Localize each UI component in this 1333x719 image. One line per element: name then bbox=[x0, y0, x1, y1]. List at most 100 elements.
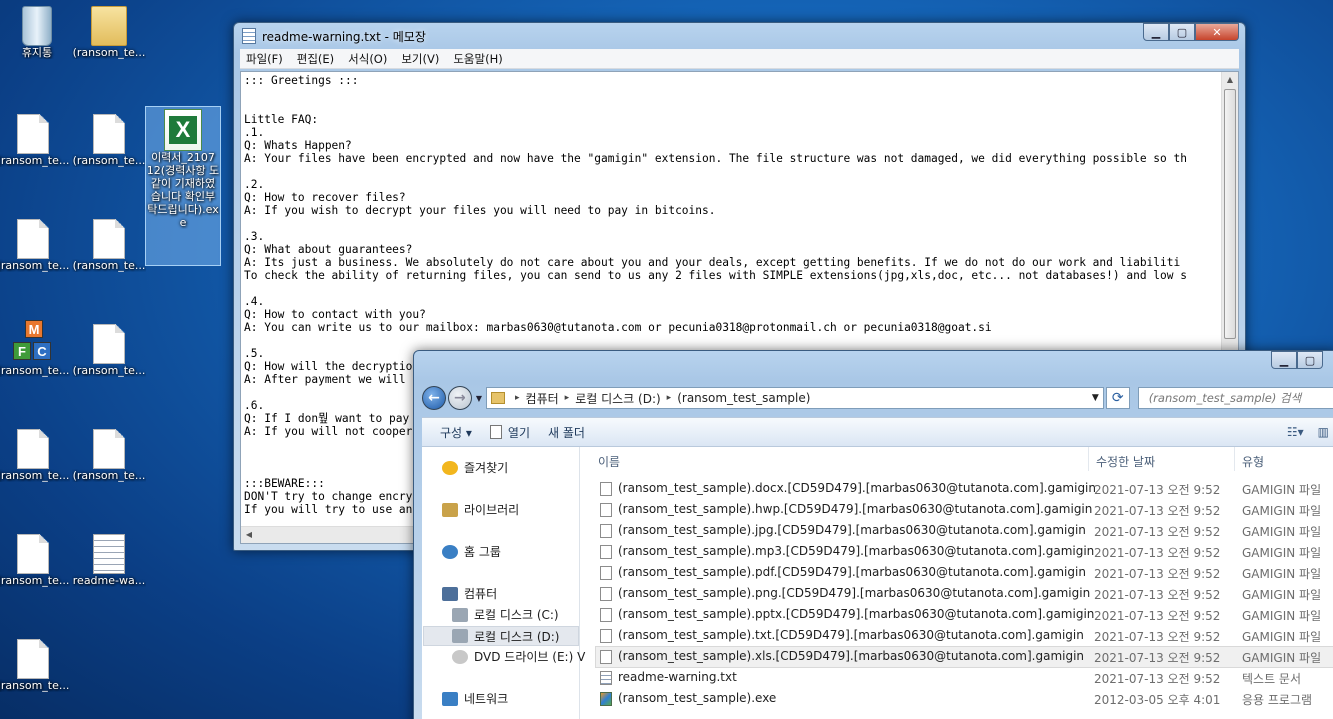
new-folder-button[interactable]: 새 폴더 bbox=[548, 424, 585, 441]
file-icon bbox=[600, 482, 612, 496]
desktop-icon-file[interactable]: (ransom_te... bbox=[0, 217, 70, 272]
desktop-icon-label: (ransom_te... bbox=[0, 259, 70, 272]
back-arrow-icon[interactable]: ← bbox=[422, 386, 446, 410]
nav-drive-c[interactable]: 로컬 디스크 (C:) bbox=[452, 606, 559, 623]
file-row[interactable]: (ransom_test_sample).pdf.[CD59D479].[mar… bbox=[596, 563, 1333, 583]
nav-network[interactable]: 네트워크 bbox=[442, 690, 508, 707]
file-type: GAMIGIN 파일 bbox=[1242, 483, 1322, 497]
file-row[interactable]: (ransom_test_sample).pptx.[CD59D479].[ma… bbox=[596, 605, 1333, 625]
desktop-icon-mfc[interactable]: M F C (ransom_te... bbox=[0, 320, 70, 377]
desktop-icon-label: (ransom_te... bbox=[72, 46, 146, 59]
file-row[interactable]: (ransom_test_sample).mp3.[CD59D479].[mar… bbox=[596, 542, 1333, 562]
minimize-button[interactable]: ▁ bbox=[1143, 23, 1169, 41]
library-icon bbox=[442, 502, 458, 517]
refresh-icon[interactable]: ⟳ bbox=[1105, 387, 1130, 409]
desktop-icon-label: 이력서_2107 12(경력사항 도 같이 기재하였습니다 확인부탁드립니다).… bbox=[146, 151, 220, 229]
desktop-icon-readme[interactable]: readme-wa... bbox=[72, 532, 146, 587]
desktop-icon-file[interactable]: (ransom_te... bbox=[0, 532, 70, 587]
desktop-icon-file[interactable]: (ransom_te... bbox=[0, 637, 70, 692]
desktop-icon-label: readme-wa... bbox=[72, 574, 146, 587]
open-button[interactable]: 열기 bbox=[489, 424, 530, 441]
maximize-button[interactable]: ▢ bbox=[1169, 23, 1195, 41]
view-options-icon[interactable]: ☷▾ bbox=[1287, 425, 1304, 439]
breadcrumb-drive[interactable]: 로컬 디스크 (D:) bbox=[575, 390, 660, 407]
menu-format[interactable]: 서식(O) bbox=[348, 51, 387, 67]
file-row[interactable]: (ransom_test_sample).docx.[CD59D479].[ma… bbox=[596, 479, 1333, 499]
desktop-icon-file[interactable]: (ransom_te... bbox=[0, 112, 70, 167]
menu-bar: 파일(F) 편집(E) 서식(O) 보기(V) 도움말(H) bbox=[240, 49, 1239, 69]
drive-icon bbox=[452, 607, 468, 622]
nav-dvd-drive[interactable]: DVD 드라이브 (E:) V bbox=[452, 648, 585, 665]
file-name: (ransom_test_sample).exe bbox=[618, 691, 777, 705]
application-icon bbox=[600, 692, 612, 706]
notepad-titlebar[interactable]: readme-warning.txt - 메모장 bbox=[234, 23, 1245, 49]
file-date: 2021-07-13 오전 9:52 bbox=[1094, 630, 1221, 644]
breadcrumb-computer[interactable]: 컴퓨터 bbox=[526, 390, 559, 407]
file-row[interactable]: (ransom_test_sample).exe 2012-03-05 오후 4:… bbox=[596, 689, 1333, 709]
column-date[interactable]: 수정한 날짜 bbox=[1096, 453, 1155, 470]
file-date: 2021-07-13 오전 9:52 bbox=[1094, 567, 1221, 581]
desktop-icon-recycle-bin[interactable]: 휴지통 bbox=[0, 4, 74, 59]
search-input[interactable]: (ransom_test_sample) 검색 bbox=[1137, 387, 1333, 409]
history-dropdown-icon[interactable]: ▼ bbox=[476, 394, 482, 403]
maximize-button[interactable]: ▢ bbox=[1297, 351, 1323, 369]
menu-file[interactable]: 파일(F) bbox=[246, 51, 283, 67]
file-icon bbox=[17, 429, 49, 469]
preview-pane-icon[interactable]: ▥ bbox=[1318, 425, 1329, 439]
nav-drive-d[interactable]: 로컬 디스크 (D:) bbox=[423, 626, 579, 646]
file-row[interactable]: (ransom_test_sample).txt.[CD59D479].[mar… bbox=[596, 626, 1333, 646]
file-row[interactable]: (ransom_test_sample).hwp.[CD59D479].[mar… bbox=[596, 500, 1333, 520]
file-row[interactable]: (ransom_test_sample).png.[CD59D479].[mar… bbox=[596, 584, 1333, 604]
address-bar[interactable]: ▸ 컴퓨터 ▸ 로컬 디스크 (D:) ▸ (ransom_test_sampl… bbox=[486, 387, 1104, 409]
breadcrumb-folder[interactable]: (ransom_test_sample) bbox=[677, 391, 810, 405]
menu-help[interactable]: 도움말(H) bbox=[453, 51, 502, 67]
organize-button[interactable]: 구성 ▾ bbox=[440, 424, 472, 441]
file-date: 2021-07-13 오전 9:52 bbox=[1094, 672, 1221, 686]
explorer-titlebar[interactable] bbox=[414, 351, 1333, 377]
file-name: (ransom_test_sample).pptx.[CD59D479].[ma… bbox=[618, 607, 1095, 621]
column-type[interactable]: 유형 bbox=[1242, 453, 1264, 470]
command-bar: 구성 ▾ 열기 새 폴더 ☷▾ ▥ bbox=[422, 417, 1333, 447]
file-icon bbox=[17, 534, 49, 574]
address-row: ← → ▼ ▸ 컴퓨터 ▸ 로컬 디스크 (D:) ▸ (ransom_test… bbox=[422, 383, 1333, 413]
desktop-icon-label: (ransom_te... bbox=[72, 154, 146, 167]
desktop-icon-excel-exe[interactable]: X 이력서_2107 12(경력사항 도 같이 기재하였습니다 확인부탁드립니다… bbox=[145, 106, 221, 266]
scroll-left-icon[interactable]: ◀ bbox=[241, 527, 257, 543]
forward-arrow-icon[interactable]: → bbox=[447, 386, 472, 410]
file-row[interactable]: (ransom_test_sample).xls.[CD59D479].[mar… bbox=[595, 646, 1333, 668]
nav-label: 라이브러리 bbox=[464, 503, 520, 517]
desktop-icon-file[interactable]: (ransom_te... bbox=[72, 112, 146, 167]
column-name[interactable]: 이름 bbox=[598, 453, 620, 470]
scroll-up-icon[interactable]: ▲ bbox=[1222, 72, 1238, 88]
file-type: GAMIGIN 파일 bbox=[1242, 630, 1322, 644]
file-date: 2021-07-13 오전 9:52 bbox=[1094, 483, 1221, 497]
close-button[interactable]: ✕ bbox=[1195, 23, 1239, 41]
file-type: GAMIGIN 파일 bbox=[1242, 504, 1322, 518]
recycle-bin-icon bbox=[22, 6, 52, 46]
scroll-thumb[interactable] bbox=[1224, 89, 1236, 339]
desktop-icon-file[interactable]: (ransom_te... bbox=[72, 427, 146, 482]
nav-libraries[interactable]: 라이브러리 bbox=[442, 501, 519, 518]
file-row[interactable]: readme-warning.txt 2021-07-13 오전 9:52 텍스트 … bbox=[596, 668, 1333, 688]
desktop-icon-file[interactable]: (ransom_te... bbox=[0, 427, 70, 482]
file-date: 2021-07-13 오전 9:52 bbox=[1094, 588, 1221, 602]
address-dropdown-icon[interactable]: ▼ bbox=[1092, 393, 1099, 403]
nav-computer[interactable]: 컴퓨터 bbox=[442, 585, 497, 602]
file-row[interactable]: (ransom_test_sample).jpg.[CD59D479].[mar… bbox=[596, 521, 1333, 541]
desktop-icon-label: (ransom_te... bbox=[0, 574, 70, 587]
menu-view[interactable]: 보기(V) bbox=[401, 51, 439, 67]
desktop-icon-file[interactable]: (ransom_te... bbox=[72, 322, 146, 377]
minimize-button[interactable]: ▁ bbox=[1271, 351, 1297, 369]
file-icon bbox=[600, 608, 612, 622]
file-date: 2012-03-05 오후 4:01 bbox=[1094, 693, 1221, 707]
file-icon bbox=[600, 503, 612, 517]
excel-icon: X bbox=[164, 109, 202, 151]
file-icon bbox=[600, 566, 612, 580]
nav-favorites[interactable]: 즐겨찾기 bbox=[442, 459, 508, 476]
nav-homegroup[interactable]: 홈 그룹 bbox=[442, 543, 501, 560]
file-type: GAMIGIN 파일 bbox=[1242, 651, 1322, 665]
nav-label: 즐겨찾기 bbox=[464, 461, 509, 475]
desktop-icon-folder[interactable]: (ransom_te... bbox=[72, 4, 146, 59]
desktop-icon-file[interactable]: (ransom_te... bbox=[72, 217, 146, 272]
menu-edit[interactable]: 편집(E) bbox=[297, 51, 334, 67]
